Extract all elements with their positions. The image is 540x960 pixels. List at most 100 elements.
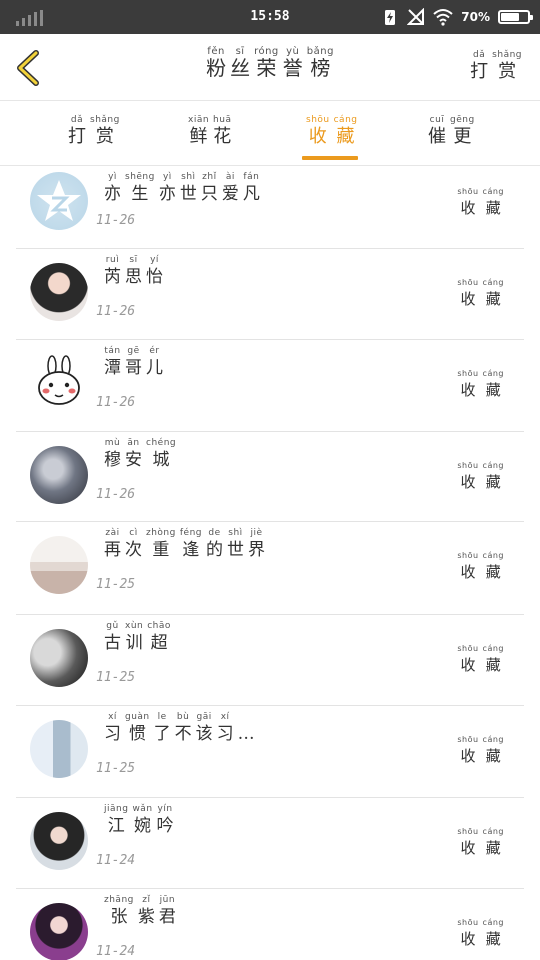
hanzi: 丝 [230, 56, 251, 80]
pinyin: bù [176, 712, 190, 722]
tab-flowers[interactable]: xiān 鲜 huā 花 [186, 115, 233, 148]
hanzi: 吟 [156, 816, 174, 836]
ruby-char: le 了 [154, 712, 171, 745]
collect-label[interactable]: shōu 收 cáng 藏 [455, 917, 506, 950]
tab-reward[interactable]: dǎ 打 shǎng 赏 [66, 115, 122, 148]
hanzi: 哥 [125, 358, 142, 378]
list-item[interactable]: yì 亦 shēng 生 yì 亦 shì 世 zhǐ 只 ài 爱 fán 凡 11-26 shōu 收 cán… [16, 166, 524, 249]
collect-label[interactable]: shōu 收 cáng 藏 [455, 460, 506, 493]
pinyin: wǎn [132, 804, 153, 814]
date-label: 11-25 [96, 670, 136, 685]
pinyin: shōu [457, 551, 479, 560]
list-item[interactable]: jiāng 江 wǎn 婉 yín 吟 11-24 shōu 收 cáng 藏 [16, 798, 524, 889]
hanzi: 赏 [498, 61, 517, 82]
date-label: 11-26 [96, 213, 136, 228]
pinyin: xùn [125, 621, 144, 631]
active-tab-indicator [302, 156, 358, 160]
ruby-char: ài 爱 [222, 172, 239, 205]
fan-name: mù 穆 ān 安 chéng 城 [102, 438, 178, 471]
ruby-char: shōu 收 [457, 186, 478, 219]
tab-urge-update[interactable]: cuī 催 gēng 更 [426, 115, 477, 148]
pinyin: shōu [306, 115, 330, 125]
hanzi: 婉 [133, 816, 151, 836]
pinyin: shōu [457, 187, 479, 196]
fan-name: ruì 芮 sī 思 yí 怡 [102, 255, 165, 288]
hanzi: 穆 [104, 450, 121, 470]
ruby-char: yín 吟 [157, 804, 174, 837]
avatar[interactable] [30, 172, 88, 230]
hanzi: 收 [460, 747, 476, 765]
ruby-char: jūn 君 [159, 895, 176, 928]
collect-label[interactable]: shōu 收 cáng 藏 [455, 826, 506, 859]
hanzi: 怡 [146, 267, 163, 287]
pinyin: le [157, 712, 167, 722]
collect-label[interactable]: shōu 收 cáng 藏 [455, 277, 506, 310]
ruby-char: cáng 藏 [483, 550, 504, 583]
ruby-char: yí 怡 [146, 255, 163, 288]
pinyin: guàn [125, 712, 150, 722]
ruby-char: cáng 藏 [483, 460, 504, 493]
ruby-char: yì 亦 [104, 172, 121, 205]
ruby-char: shì 世 [227, 528, 244, 561]
list-item[interactable]: gǔ 古 xùn 训 chāo 超 11-25 shōu 收 cáng 藏 [16, 615, 524, 706]
avatar[interactable] [30, 720, 88, 778]
tab-bar: dǎ 打 shǎng 赏 xiān 鲜 huā 花 shōu 收 cáng 藏 cuī 催 gēng 更 [0, 101, 540, 166]
avatar[interactable] [30, 263, 88, 321]
hanzi: 藏 [485, 656, 501, 674]
pinyin: sī [129, 255, 138, 265]
hanzi: 训 [125, 633, 143, 653]
hanzi: 凡 [242, 184, 260, 204]
avatar[interactable] [30, 812, 88, 870]
pinyin: chéng [146, 438, 177, 448]
collect-label[interactable]: shōu 收 cáng 藏 [455, 368, 506, 401]
tab-collect[interactable]: shōu 收 cáng 藏 [304, 115, 360, 148]
list-item[interactable]: mù 穆 ān 安 chéng 城 11-26 shōu 收 cáng 藏 [16, 432, 524, 522]
pinyin: cáng [482, 644, 504, 653]
ruby-char: bǎng 榜 [307, 46, 334, 79]
date-label: 11-26 [96, 304, 136, 319]
battery-icon [498, 10, 533, 24]
hanzi: 的 [205, 540, 223, 560]
list-item[interactable]: zhāng 张 zǐ 紫 jūn 君 11-24 shōu 收 cáng 藏 [16, 889, 524, 960]
avatar[interactable] [30, 354, 88, 412]
ruby-char: guàn 惯 [125, 712, 150, 745]
fan-name: zài 再 cì 次 zhòng 重 féng 逢 de 的 shì 世 jiè 界 [102, 528, 267, 561]
hanzi: 思 [125, 267, 142, 287]
collect-label[interactable]: shōu 收 cáng 藏 [455, 550, 506, 583]
collect-label[interactable]: shōu 收 cáng 藏 [455, 643, 506, 676]
hanzi: 收 [460, 930, 476, 948]
ruby-char: chāo 超 [147, 621, 171, 654]
list-item[interactable]: zài 再 cì 次 zhòng 重 féng 逢 de 的 shì 世 jiè 界 11-25 shōu 收 c… [16, 522, 524, 615]
ruby-char: huā 花 [213, 115, 231, 148]
pinyin: shǎng [90, 115, 120, 125]
collect-label[interactable]: shōu 收 cáng 藏 [455, 734, 506, 767]
avatar[interactable] [30, 536, 88, 594]
avatar[interactable] [30, 903, 88, 960]
fan-list: yì 亦 shēng 生 yì 亦 shì 世 zhǐ 只 ài 爱 fán 凡 11-26 shōu 收 cán… [0, 166, 540, 960]
ruby-char: xiān 鲜 [188, 115, 209, 148]
list-item[interactable]: xí 习 guàn 惯 le 了 bù 不 gāi 该 xí 习 … 11-25 shōu 收 cáng 藏 [16, 706, 524, 798]
reward-button[interactable]: dǎ 打 shǎng 赏 [468, 50, 524, 83]
avatar[interactable] [30, 629, 88, 687]
hanzi: 荣 [256, 56, 277, 80]
ruby-char: cuī 催 [428, 115, 446, 148]
page-title: fěn 粉 sī 丝 róng 荣 yù 誉 bǎng 榜 [0, 46, 540, 79]
fan-name: jiāng 江 wǎn 婉 yín 吟 [102, 804, 176, 837]
list-item[interactable]: tán 潭 gē 哥 ér 儿 11-26 shōu 收 cáng 藏 [16, 340, 524, 432]
pinyin: jiè [250, 528, 263, 538]
hanzi: 花 [213, 126, 232, 147]
ruby-char: zhǐ 只 [201, 172, 218, 205]
pinyin: cáng [482, 735, 504, 744]
avatar[interactable] [30, 446, 88, 504]
list-item[interactable]: ruì 芮 sī 思 yí 怡 11-26 shōu 收 cáng 藏 [16, 249, 524, 340]
hanzi: 儿 [146, 358, 163, 378]
ruby-char: shēng 生 [125, 172, 155, 205]
ruby-char: ān 安 [125, 438, 142, 471]
collect-label[interactable]: shōu 收 cáng 藏 [455, 186, 506, 219]
pinyin: cáng [482, 369, 504, 378]
pinyin: yì [108, 172, 117, 182]
ruby-char: gǔ 古 [104, 621, 121, 654]
ruby-char: yù 誉 [283, 46, 303, 79]
hanzi: 习 [104, 724, 121, 744]
hanzi: 收 [460, 199, 476, 217]
